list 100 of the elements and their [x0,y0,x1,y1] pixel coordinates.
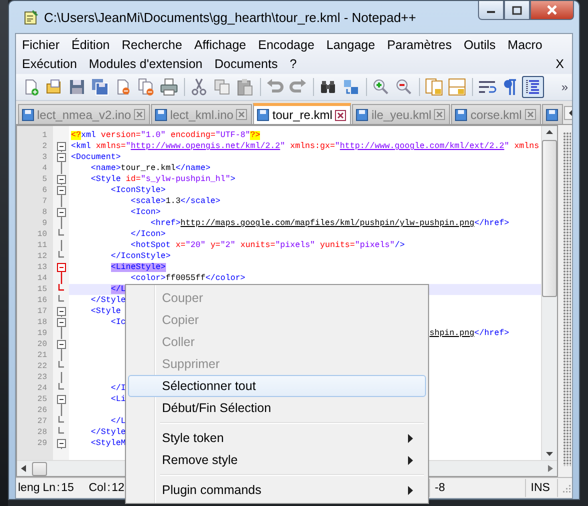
document-tab[interactable] [542,104,563,124]
window-title: C:\Users\JeanMi\Documents\gg_hearth\tour_re.kml - Notepad++ [44,10,416,24]
menu-item[interactable]: Affichage [192,36,254,55]
left-arrow-icon[interactable] [21,465,26,472]
panel-splitter[interactable] [563,132,571,466]
scrollbar-thumb[interactable] [542,140,557,297]
menu-item[interactable]: Édition [70,36,117,55]
menu-item[interactable]: Modules d'extension [86,55,210,74]
menu-item[interactable]: Fichier [20,36,67,55]
status-field: INS [526,479,558,497]
line-number: 5 [41,175,48,184]
maximize-icon [512,6,522,14]
close-tab-icon[interactable] [335,110,346,120]
line-number: 15 [36,285,48,294]
line-number: 18 [36,318,48,327]
fold-toggle-icon[interactable] [56,152,66,163]
code-line: <kml xmlns="http://www.opengis.net/kml/2.2" xmlns:gx="http://www.google.com/kml/ext/2.2" xmlns [70,141,540,152]
vertical-scrollbar[interactable] [541,126,557,460]
line-number: 13 [36,263,48,272]
printer-icon[interactable] [158,76,180,98]
code-line: </IconStyle> [110,251,171,262]
minimize-button[interactable] [478,1,504,20]
close-icon [546,5,558,15]
line-number: 17 [36,307,48,316]
fold-toggle-icon[interactable] [56,317,66,328]
menu-item[interactable]: Macro [506,36,550,55]
context-menu-item[interactable]: Remove style [128,449,426,471]
fold-toggle-icon[interactable] [56,141,66,152]
line-number: 20 [36,340,48,349]
context-menu-item[interactable]: Style token [128,427,426,449]
line-number: 19 [36,329,48,338]
code-line: </I [110,383,126,394]
menu-item[interactable]: Exécution [20,55,84,74]
line-number: 1 [41,131,48,140]
fold-toggle-icon[interactable] [56,174,66,185]
line-number: 21 [36,351,48,360]
line-number: 23 [36,373,48,382]
status-field: Ln : 15 [42,479,89,497]
line-number: 26 [36,406,48,415]
code-line: <Document> [70,152,121,163]
floppy-disks-icon[interactable] [89,76,111,98]
menu-item[interactable]: Paramètres [385,36,459,55]
code-line: <Li [110,394,126,405]
code-line: <Style [90,306,121,317]
code-line: <scale>1.3</scale> [130,196,220,207]
line-number: 11 [36,241,48,250]
fold-toggle-icon[interactable] [56,262,66,273]
line-number: 9 [41,219,48,228]
menu-item[interactable]: Outils [462,36,503,55]
code-line: <IconStyle> [110,185,166,196]
fold-toggle-icon[interactable] [56,394,66,405]
fold-toggle-icon[interactable] [56,185,66,196]
code-line: <?xml version="1.0" encoding="UTF-8"?> [70,130,260,141]
down-arrow-icon[interactable] [546,452,553,456]
fold-toggle-icon[interactable] [56,339,66,350]
code-line: </L [110,416,126,427]
line-number: 22 [36,362,48,371]
menu-item[interactable]: Encodage [256,36,322,55]
code-line: <Style id="s_ylw-pushpin_hl"> [90,174,236,185]
code-line: </Style [90,427,126,438]
line-number: 28 [36,428,48,437]
code-line: <hotSpot x="20" y="2" xunits="pixels" yunits="pixels"/> [130,240,405,251]
code-line: <Ic [110,317,126,328]
line-number: 4 [41,164,48,173]
line-number: 10 [36,230,48,239]
line-number: 6 [41,186,48,195]
menu-item[interactable]: ? [288,55,304,74]
menu-item[interactable]: Documents [212,55,285,74]
line-number: 12 [36,252,48,261]
code-line: shpin.png</href> [428,328,510,339]
maximize-button[interactable] [504,1,530,20]
context-menu-item[interactable]: Plugin commands [128,479,426,501]
resize-grip-icon[interactable] [561,483,571,493]
context-menu-item[interactable]: Sélectionner tout [128,375,426,397]
indent-guide-icon[interactable] [522,76,544,98]
fold-toggle-icon[interactable] [56,438,66,449]
fold-toggle-icon[interactable] [56,306,66,317]
sync-horizontal-icon[interactable] [446,76,468,98]
sync-vertical-icon[interactable] [423,76,445,98]
code-line: <color>ff0055ff</color> [130,273,246,284]
fold-toggle-icon[interactable] [56,207,66,218]
code-line: </Style [90,295,126,306]
line-number: 14 [36,274,48,283]
close-button[interactable] [530,1,574,20]
context-menu-item[interactable]: Début/Fin Sélection [128,397,426,419]
right-arrow-icon[interactable] [548,465,553,472]
code-line: <href>http://maps.google.com/mapfiles/kml/pushpin/ylw-pushpin.png</href> [150,218,510,229]
up-arrow-icon[interactable] [546,130,553,134]
close-document-button[interactable]: X [556,55,564,74]
document-tab[interactable]: tour_re.kml [253,103,352,124]
line-number: 27 [36,417,48,426]
line-number: 2 [41,142,48,151]
menu-item[interactable]: Langage [324,36,382,55]
code-line: <Icon> [130,207,161,218]
toolbar-overflow-button[interactable]: » [561,80,568,94]
scrollbar-thumb[interactable] [32,462,47,476]
menu-item[interactable]: Recherche [120,36,190,55]
code-line: </Icon> [130,229,166,240]
line-number: 24 [36,384,48,393]
line-number: 16 [36,296,48,305]
